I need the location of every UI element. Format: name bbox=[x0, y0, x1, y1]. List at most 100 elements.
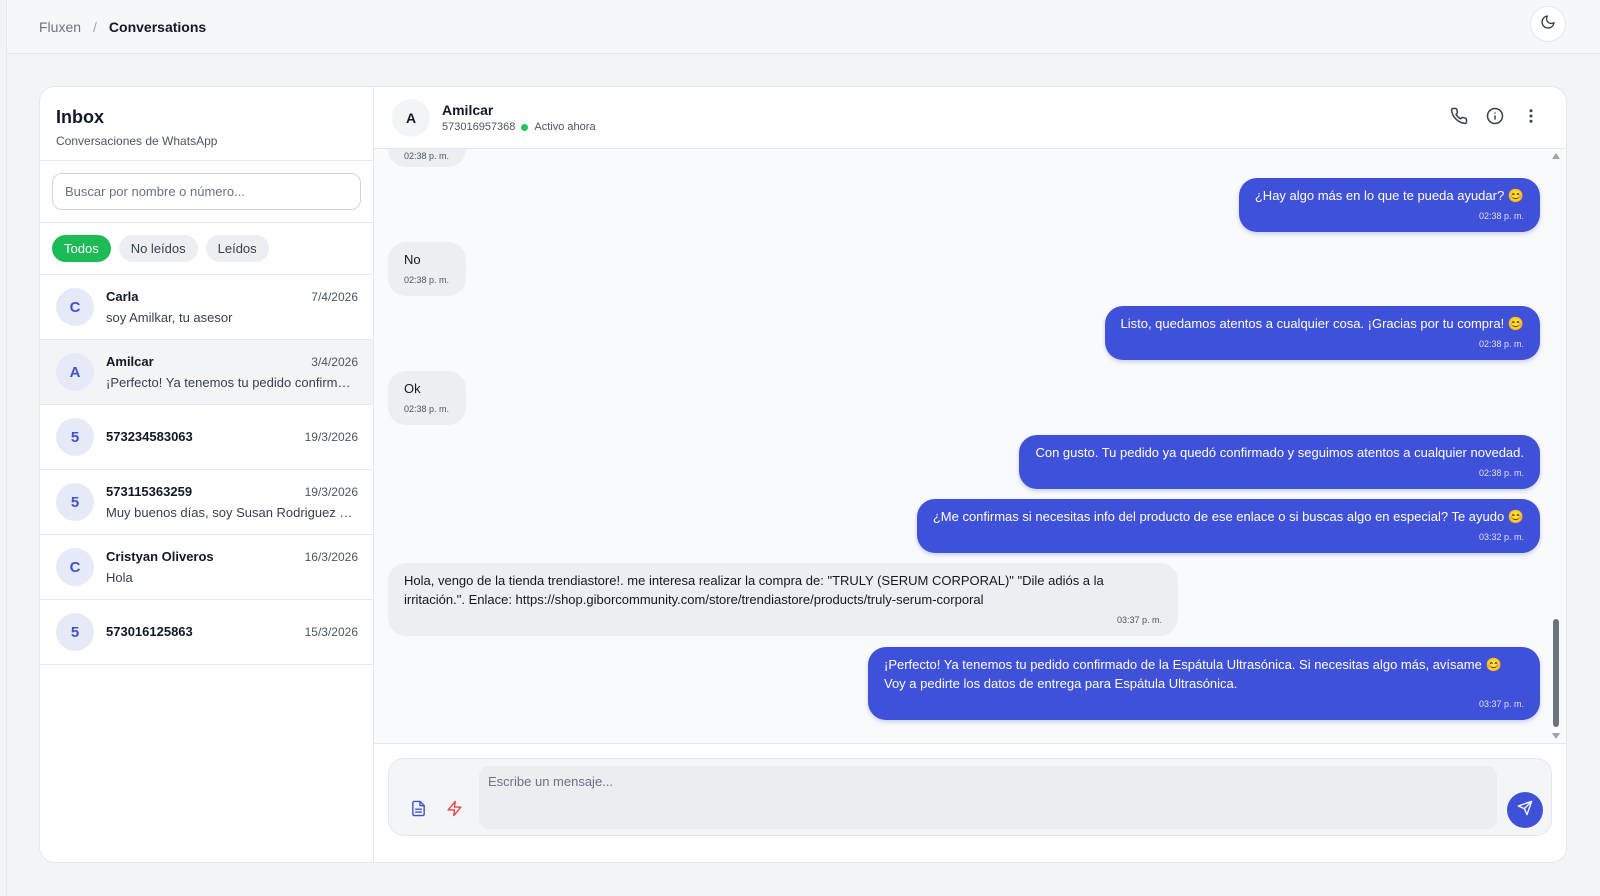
document-icon bbox=[410, 800, 427, 822]
message-bubble-outgoing: ¿Me confirmas si necesitas info del prod… bbox=[916, 499, 1540, 553]
conversation-item[interactable]: 5 573016125863 15/3/2026 bbox=[40, 600, 373, 665]
breadcrumb-separator: / bbox=[93, 18, 97, 35]
contact-status: Activo ahora bbox=[534, 121, 596, 133]
message-time: 02:38 p. m. bbox=[1478, 339, 1524, 349]
info-icon bbox=[1486, 107, 1504, 130]
breadcrumb-current: Conversations bbox=[108, 18, 207, 35]
online-status-dot bbox=[521, 123, 529, 131]
message-input[interactable] bbox=[479, 766, 1497, 829]
filter-read[interactable]: Leídos bbox=[205, 235, 269, 262]
call-button[interactable] bbox=[1448, 107, 1470, 129]
conversation-item[interactable]: C Cristyan Oliveros 16/3/2026 Hola bbox=[40, 535, 373, 600]
message-time: 02:38 p. m. bbox=[1478, 211, 1524, 221]
scroll-up-arrow-icon[interactable] bbox=[1552, 153, 1560, 159]
composer-area bbox=[374, 743, 1566, 862]
contact-phone: 573016957368 bbox=[442, 121, 516, 133]
conversation-item[interactable]: 5 573115363259 19/3/2026 Muy buenos días… bbox=[40, 470, 373, 535]
send-button[interactable] bbox=[1507, 792, 1543, 828]
scrollbar-thumb[interactable] bbox=[1553, 619, 1559, 727]
send-icon bbox=[1517, 800, 1533, 821]
conversation-item-selected[interactable]: A Amilcar 3/4/2026 ¡Perfecto! Ya tenemos… bbox=[40, 340, 373, 405]
conversation-name: 573016125863 bbox=[106, 624, 193, 639]
message-composer bbox=[388, 758, 1552, 836]
conversation-name: 573115363259 bbox=[106, 484, 193, 499]
search-input[interactable] bbox=[52, 173, 361, 210]
avatar: C bbox=[56, 288, 94, 326]
message-time: 03:32 p. m. bbox=[1478, 532, 1524, 542]
message-bubble-incoming: Hola, vengo de la tienda trendiastore!. … bbox=[388, 563, 1178, 636]
phone-icon bbox=[1450, 107, 1468, 130]
conversation-preview: soy Amilkar, tu asesor bbox=[106, 310, 233, 325]
conversation-preview: Muy buenos días, soy Susan Rodriguez de … bbox=[106, 505, 356, 520]
message-text: No bbox=[404, 252, 421, 267]
more-vertical-icon bbox=[1522, 107, 1540, 130]
avatar: A bbox=[56, 353, 94, 391]
message-bubble-incoming: 02:38 p. m. bbox=[388, 149, 466, 167]
message-text: ¿Me confirmas si necesitas info del prod… bbox=[932, 509, 1524, 524]
attach-document-button[interactable] bbox=[406, 799, 430, 823]
message-bubble-incoming: Ok 02:38 p. m. bbox=[388, 371, 466, 425]
message-text: ¡Perfecto! Ya tenemos tu pedido confirma… bbox=[884, 657, 1502, 691]
conversation-date: 7/4/2026 bbox=[311, 290, 358, 304]
lightning-icon bbox=[446, 800, 463, 822]
message-list[interactable]: 02:38 p. m. ¿Hay algo más en lo que te p… bbox=[374, 149, 1566, 743]
message-bubble-incoming: No 02:38 p. m. bbox=[388, 242, 466, 296]
conversation-date: 16/3/2026 bbox=[304, 550, 358, 564]
conversation-preview: ¡Perfecto! Ya tenemos tu pedido confirma… bbox=[106, 375, 356, 390]
message-bubble-outgoing: ¡Perfecto! Ya tenemos tu pedido confirma… bbox=[868, 647, 1540, 720]
chat-header: A Amilcar 573016957368 Activo ahora bbox=[374, 87, 1566, 149]
info-button[interactable] bbox=[1484, 107, 1506, 129]
avatar: 5 bbox=[56, 613, 94, 651]
message-time: 02:38 p. m. bbox=[404, 275, 450, 285]
message-bubble-outgoing: ¿Hay algo más en lo que te pueda ayudar?… bbox=[1238, 178, 1540, 232]
message-text: Hola, vengo de la tienda trendiastore!. … bbox=[404, 573, 1104, 607]
message-time: 03:37 p. m. bbox=[1116, 615, 1162, 625]
conversation-name: Cristyan Oliveros bbox=[106, 549, 214, 564]
breadcrumb-root-link[interactable]: Fluxen bbox=[39, 19, 81, 35]
inbox-title: Inbox bbox=[56, 107, 104, 127]
filter-all[interactable]: Todos bbox=[52, 235, 111, 262]
contact-name: Amilcar bbox=[442, 102, 494, 118]
message-text: Con gusto. Tu pedido ya quedó confirmado… bbox=[1035, 445, 1524, 460]
message-time: 02:38 p. m. bbox=[1478, 468, 1524, 478]
conversation-date: 19/3/2026 bbox=[304, 485, 358, 499]
contact-avatar: A bbox=[392, 99, 430, 137]
conversation-item[interactable]: C Carla 7/4/2026 soy Amilkar, tu asesor bbox=[40, 275, 373, 340]
message-time: 02:38 p. m. bbox=[404, 151, 450, 161]
quick-reply-button[interactable] bbox=[442, 799, 466, 823]
message-scrollbar[interactable] bbox=[1552, 149, 1562, 743]
conversation-name: 573234583063 bbox=[106, 429, 193, 444]
app-frame: Fluxen / Conversations Inbox Conversacio… bbox=[6, 0, 1600, 896]
chat-header-actions bbox=[1448, 107, 1542, 129]
theme-toggle-button[interactable] bbox=[1530, 6, 1566, 42]
conversation-preview: Hola bbox=[106, 570, 133, 585]
top-bar: Fluxen / Conversations bbox=[7, 0, 1600, 54]
filter-chips: Todos No leídos Leídos bbox=[40, 223, 373, 275]
conversations-card: Inbox Conversaciones de WhatsApp Todos N… bbox=[39, 86, 1567, 863]
search-wrapper bbox=[40, 161, 373, 223]
moon-icon bbox=[1540, 14, 1556, 35]
avatar: C bbox=[56, 548, 94, 586]
avatar: 5 bbox=[56, 418, 94, 456]
conversation-item[interactable]: 5 573234583063 19/3/2026 bbox=[40, 405, 373, 470]
message-text: ¿Hay algo más en lo que te pueda ayudar?… bbox=[1254, 188, 1524, 203]
conversation-name: Carla bbox=[106, 289, 139, 304]
chat-panel: A Amilcar 573016957368 Activo ahora 02:3… bbox=[374, 87, 1566, 862]
message-text: Ok bbox=[404, 381, 421, 396]
filter-unread[interactable]: No leídos bbox=[118, 235, 198, 262]
message-time: 03:37 p. m. bbox=[1478, 699, 1524, 709]
more-options-button[interactable] bbox=[1520, 107, 1542, 129]
conversation-date: 15/3/2026 bbox=[304, 625, 358, 639]
scroll-down-arrow-icon[interactable] bbox=[1552, 733, 1560, 739]
message-bubble-outgoing: Con gusto. Tu pedido ya quedó confirmado… bbox=[1019, 435, 1540, 489]
message-text: Listo, quedamos atentos a cualquier cosa… bbox=[1120, 316, 1525, 331]
conversation-name: Amilcar bbox=[106, 354, 154, 369]
inbox-sidebar: Inbox Conversaciones de WhatsApp Todos N… bbox=[40, 87, 374, 862]
avatar: 5 bbox=[56, 483, 94, 521]
message-time: 02:38 p. m. bbox=[404, 404, 450, 414]
inbox-header: Inbox Conversaciones de WhatsApp bbox=[40, 87, 373, 161]
conversation-date: 3/4/2026 bbox=[311, 355, 358, 369]
contact-meta: 573016957368 Activo ahora bbox=[442, 121, 596, 133]
inbox-subtitle: Conversaciones de WhatsApp bbox=[56, 134, 218, 148]
conversation-date: 19/3/2026 bbox=[304, 430, 358, 444]
